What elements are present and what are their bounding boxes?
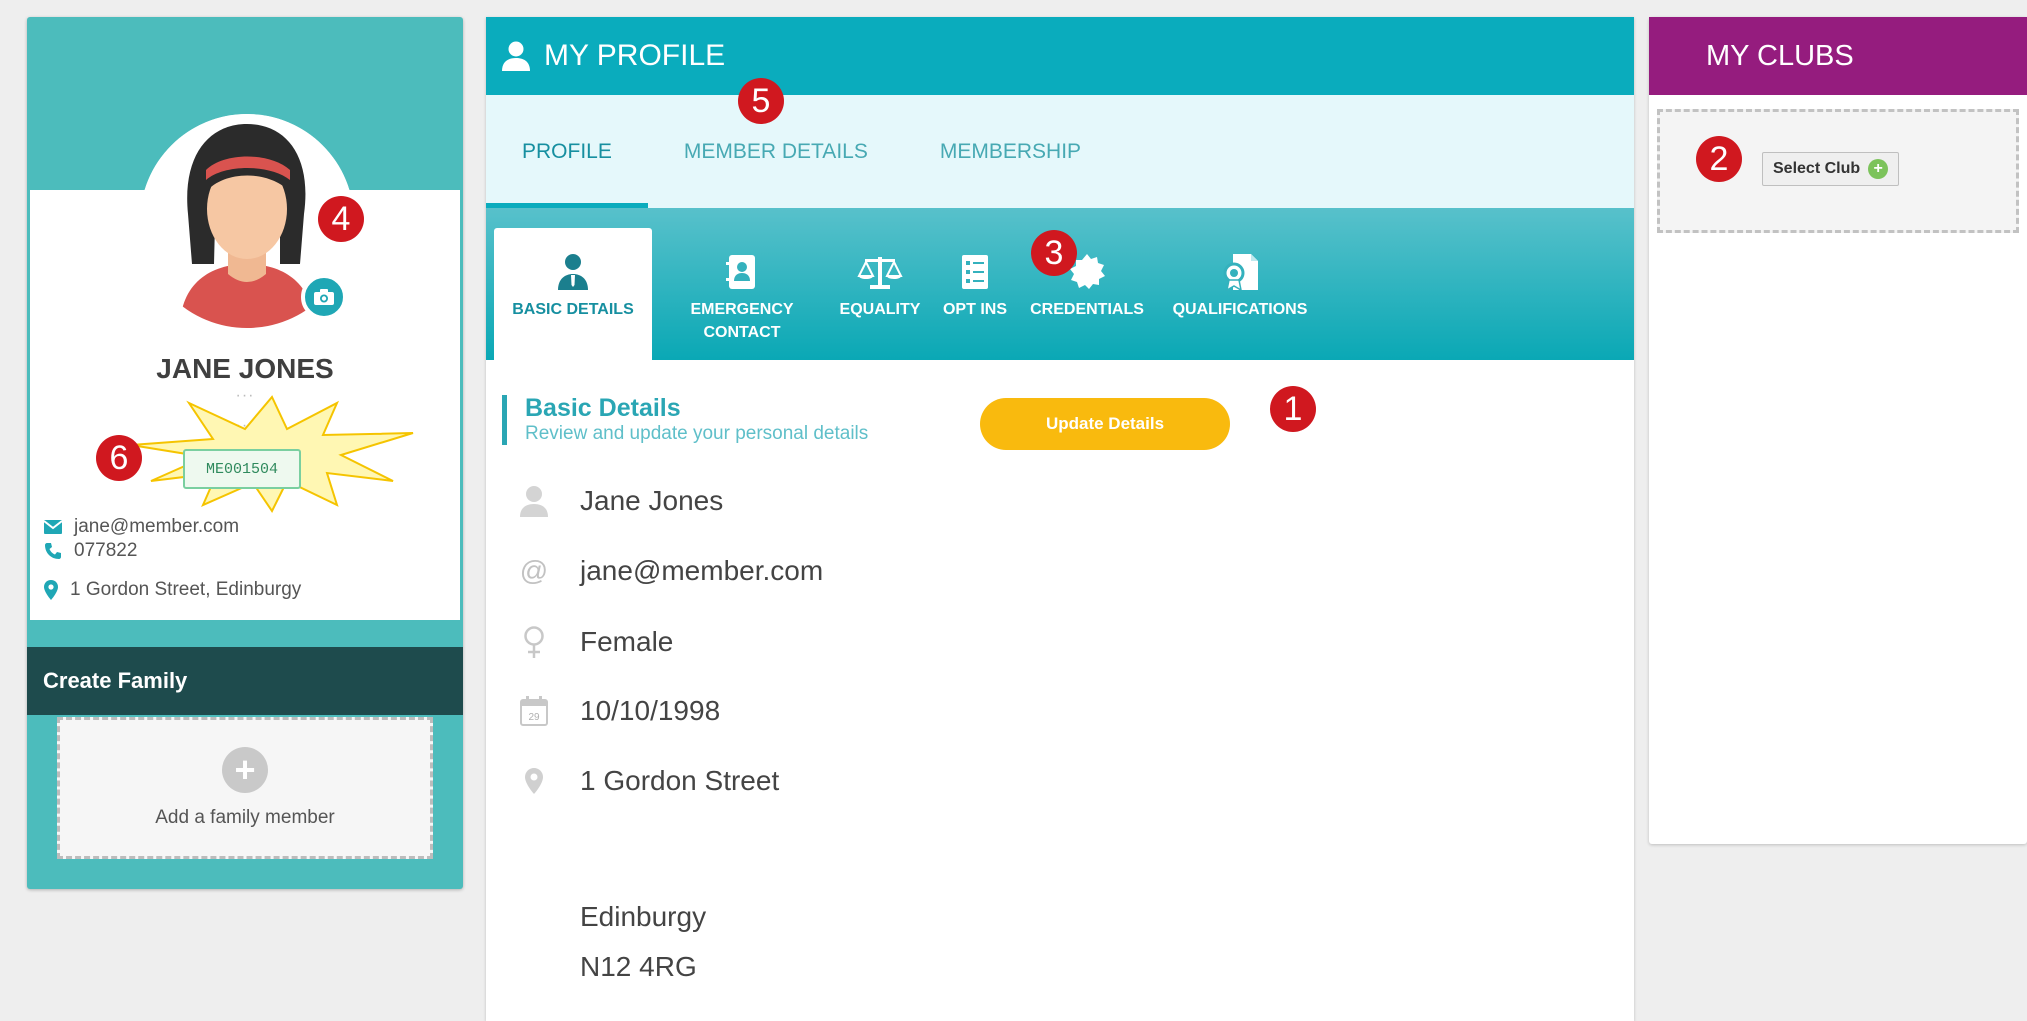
member-id-badge: ME001504 xyxy=(183,449,301,489)
contact-card-icon xyxy=(726,255,755,289)
annotation-marker-2: 2 xyxy=(1696,136,1742,182)
person-icon xyxy=(520,486,548,517)
phone-icon xyxy=(45,543,61,559)
location-pin-icon xyxy=(525,768,543,794)
subtab-label: CREDENTIALS xyxy=(1030,301,1144,318)
subtab-label: EQUALITY xyxy=(839,301,921,318)
select-club-label: Select Club xyxy=(1773,160,1861,177)
detail-address-line1: 1 Gordon Street xyxy=(580,765,780,796)
subtab-opt-ins[interactable]: OPT INS xyxy=(934,228,1016,360)
tab-membership[interactable]: MEMBERSHIP xyxy=(904,95,1117,208)
detail-name-row: Jane Jones xyxy=(516,485,723,517)
update-details-button[interactable]: Update Details xyxy=(980,398,1230,450)
contact-phone-text: 077822 xyxy=(74,540,138,561)
subtab-emergency-contact[interactable]: EMERGENCY CONTACT xyxy=(662,228,822,360)
select-club-button[interactable]: Select Club + xyxy=(1762,152,1900,186)
section-subtitle: Review and update your personal details xyxy=(525,422,869,444)
user-icon xyxy=(502,41,530,71)
section-title: Basic Details xyxy=(525,394,681,422)
checklist-icon xyxy=(962,255,988,289)
annotation-marker-3: 3 xyxy=(1031,230,1077,276)
my-profile-header: MY PROFILE xyxy=(486,17,1634,95)
my-clubs-header: MY CLUBS xyxy=(1649,17,2027,95)
annotation-marker-6: 6 xyxy=(96,435,142,481)
add-family-member-button[interactable]: + Add a family member xyxy=(57,717,433,859)
subtab-label: QUALIFICATIONS xyxy=(1172,301,1308,318)
annotation-marker-4: 4 xyxy=(318,196,364,242)
subtab-label: OPT INS xyxy=(942,301,1007,318)
subtab-label: BASIC DETAILS xyxy=(512,301,634,318)
detail-email: jane@member.com xyxy=(580,555,824,586)
detail-city: Edinburgy xyxy=(580,901,707,932)
page-title: MY PROFILE xyxy=(544,39,726,72)
subtab-equality[interactable]: EQUALITY xyxy=(834,228,926,360)
plus-icon: + xyxy=(222,747,268,793)
add-family-member-label: Add a family member xyxy=(155,807,335,828)
add-icon: + xyxy=(1868,159,1889,179)
section-heading: Basic Details Review and update your per… xyxy=(502,394,869,445)
envelope-icon xyxy=(44,520,62,534)
subtab-label: EMERGENCY CONTACT xyxy=(690,301,794,342)
detail-gender: Female xyxy=(580,626,674,657)
camera-icon xyxy=(314,289,334,305)
certificate-icon xyxy=(1223,254,1258,291)
contact-address-text: 1 Gordon Street, Edinburgy xyxy=(70,579,302,600)
scales-icon xyxy=(857,257,903,289)
tab-profile[interactable]: PROFILE xyxy=(486,95,648,208)
my-profile-panel: MY PROFILE PROFILE MEMBER DETAILS MEMBER… xyxy=(486,17,1634,1021)
profile-tabs: PROFILE MEMBER DETAILS MEMBERSHIP xyxy=(486,95,1634,208)
profile-name: JANE JONES xyxy=(156,353,334,384)
detail-gender-row: Female xyxy=(516,625,673,659)
subtab-qualifications[interactable]: QUALIFICATIONS xyxy=(1158,228,1322,360)
detail-address-row: 1 Gordon Street xyxy=(516,765,779,797)
subtab-basic-details[interactable]: BASIC DETAILS xyxy=(494,228,652,360)
contact-email-text: jane@member.com xyxy=(74,516,240,537)
detail-postcode: N12 4RG xyxy=(580,951,697,982)
detail-dob-row: 29 10/10/1998 xyxy=(516,695,720,727)
detail-name: Jane Jones xyxy=(580,485,724,516)
contact-phone: 077822 xyxy=(44,540,137,562)
annotation-marker-5: 5 xyxy=(738,78,784,124)
location-pin-icon xyxy=(44,580,58,600)
person-icon xyxy=(558,254,588,290)
create-family-header: Create Family xyxy=(27,647,463,715)
detail-dob: 10/10/1998 xyxy=(580,695,721,726)
at-sign-icon: @ xyxy=(519,555,549,586)
detail-email-row: @ jane@member.com xyxy=(516,555,823,587)
annotation-marker-1: 1 xyxy=(1270,386,1316,432)
profile-card: JANE JONES ··· ··· ME001504 jane@member.… xyxy=(27,17,463,889)
female-icon xyxy=(524,626,544,658)
calendar-day: 29 xyxy=(528,712,540,723)
contact-email: jane@member.com xyxy=(44,516,239,538)
calendar-icon: 29 xyxy=(520,696,548,726)
change-photo-button[interactable] xyxy=(301,274,347,320)
contact-address: 1 Gordon Street, Edinburgy xyxy=(44,579,301,601)
